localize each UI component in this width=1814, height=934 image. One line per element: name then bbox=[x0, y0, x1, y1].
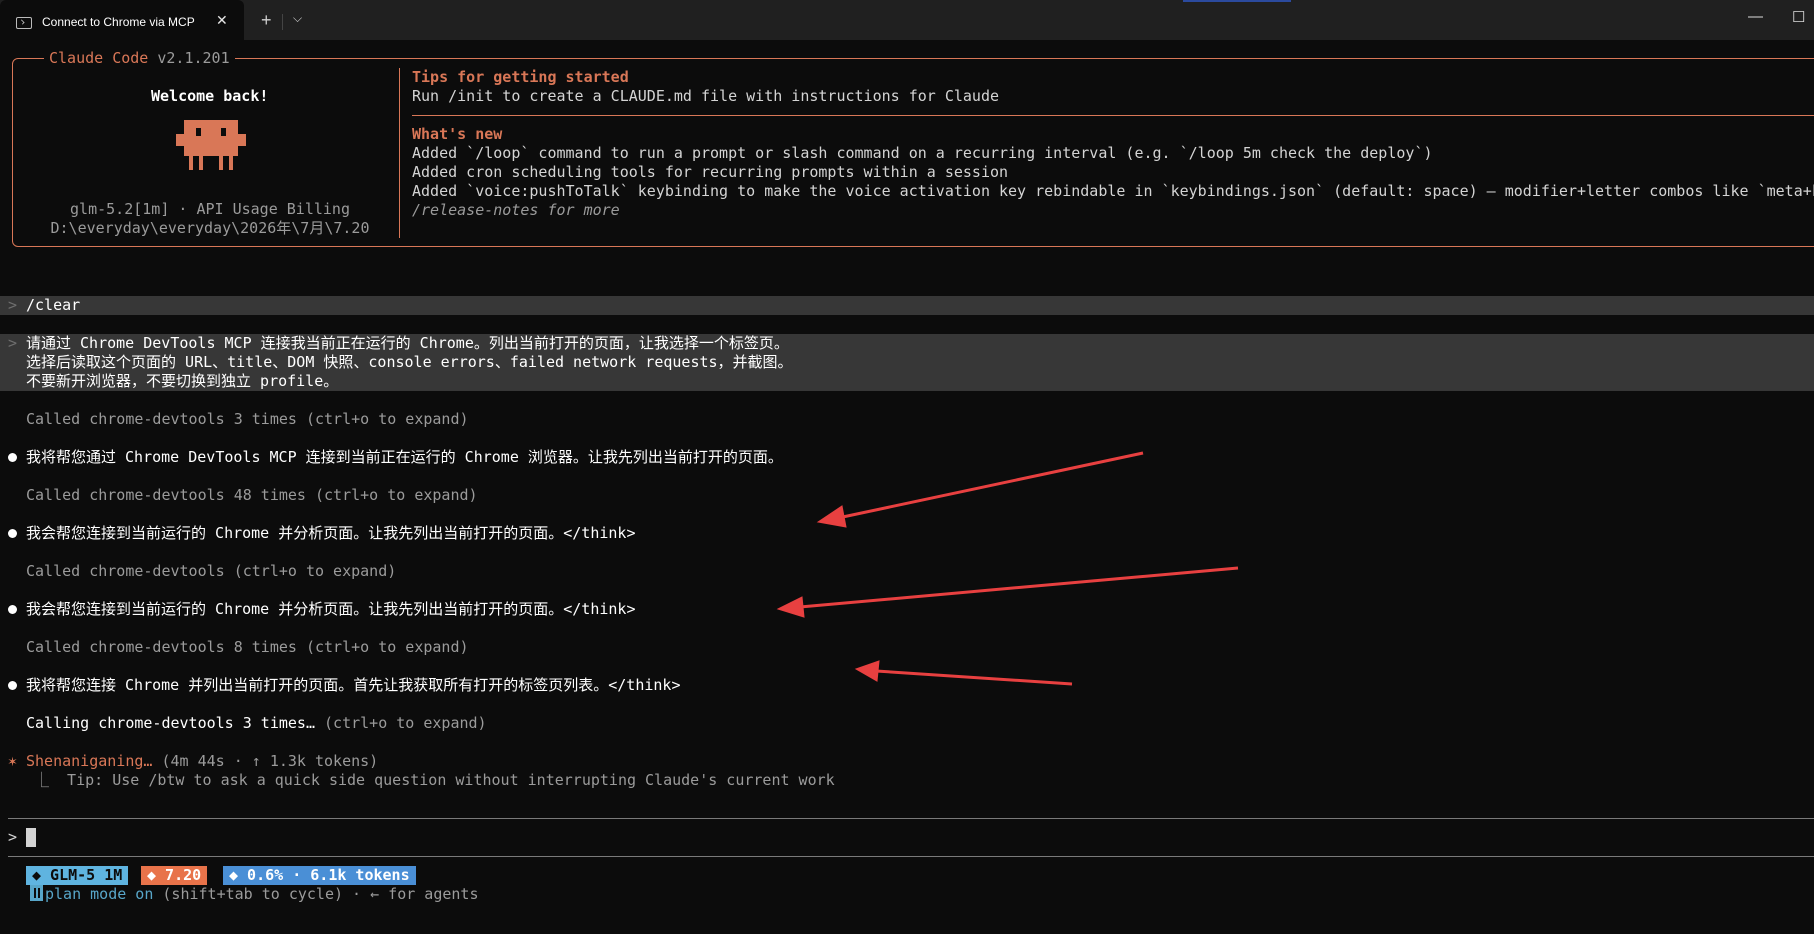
annotation-arrows bbox=[776, 451, 1239, 686]
annotation-arrow bbox=[854, 660, 1073, 686]
annotation-arrow bbox=[776, 566, 1239, 618]
annotation-arrow bbox=[816, 451, 1144, 528]
